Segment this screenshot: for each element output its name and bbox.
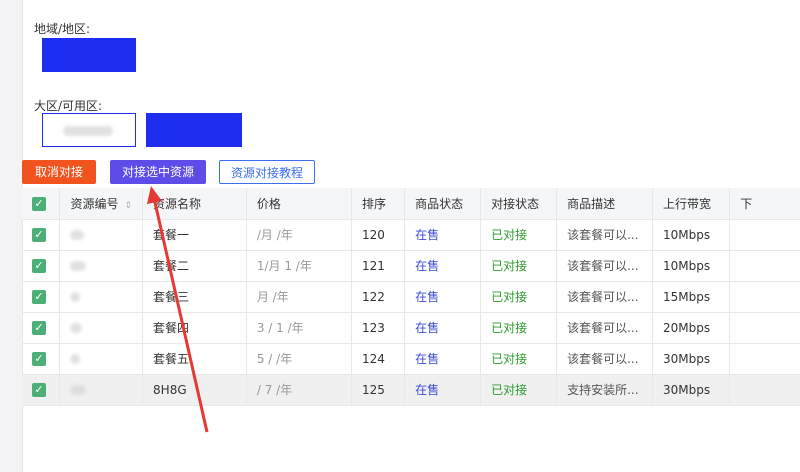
annotation-arrow — [147, 186, 209, 433]
arrow-head — [147, 186, 162, 204]
arrow-shaft — [152, 197, 209, 433]
